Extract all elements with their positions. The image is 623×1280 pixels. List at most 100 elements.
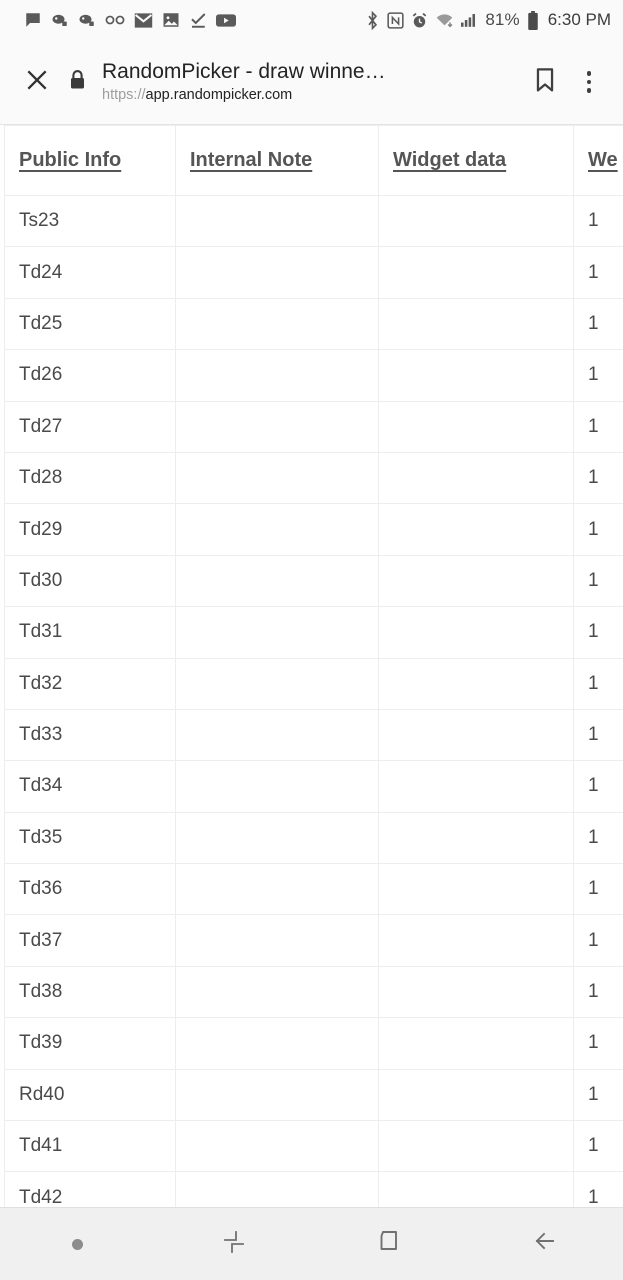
cell-public-info: Td26 <box>4 349 176 402</box>
cell-we: 1 <box>573 1068 623 1122</box>
table-row[interactable]: Td32 1 <box>4 657 623 710</box>
address-bar[interactable]: RandomPicker - draw winne… https://app.r… <box>94 59 521 104</box>
cell-widget-data <box>378 194 574 248</box>
cell-we: 1 <box>573 760 623 813</box>
recents-button[interactable] <box>156 1208 312 1280</box>
cell-we: 1 <box>573 1017 623 1070</box>
cell-public-info: Td34 <box>4 760 176 813</box>
cell-widget-data <box>378 246 574 299</box>
nfc-icon <box>387 11 404 29</box>
cell-public-info: Td31 <box>4 606 176 659</box>
cell-widget-data <box>378 503 574 556</box>
cell-we: 1 <box>573 863 623 916</box>
cell-internal-note <box>175 965 379 1019</box>
voicemail-icon <box>105 13 125 27</box>
cell-we: 1 <box>573 451 623 505</box>
site-security-indicator[interactable] <box>60 69 94 95</box>
back-button[interactable] <box>467 1208 623 1280</box>
table-row[interactable]: Td33 1 <box>4 708 623 762</box>
table-row[interactable]: Td24 1 <box>4 246 623 299</box>
column-header-internal-note[interactable]: Internal Note <box>175 125 379 196</box>
cell-internal-note <box>175 863 379 916</box>
cell-internal-note <box>175 811 379 865</box>
cell-public-info: Td32 <box>4 657 176 710</box>
cell-public-info: Td41 <box>4 1120 176 1173</box>
table-row[interactable]: Td34 1 <box>4 760 623 813</box>
close-tab-button[interactable] <box>14 59 60 105</box>
cell-internal-note <box>175 1068 379 1122</box>
column-header-public-info[interactable]: Public Info <box>4 125 176 196</box>
table-row[interactable]: Td39 1 <box>4 1017 623 1070</box>
table-row[interactable]: Td35 1 <box>4 811 623 865</box>
table-row[interactable]: Td38 1 <box>4 965 623 1019</box>
table-row[interactable]: Rd40 1 <box>4 1068 623 1122</box>
nav-indicator-dot <box>0 1208 156 1280</box>
column-header-widget-data[interactable]: Widget data <box>378 125 574 196</box>
cell-widget-data <box>378 1017 574 1070</box>
alarm-icon <box>411 12 428 29</box>
table-row[interactable]: Ts23 1 <box>4 194 623 248</box>
table-row[interactable]: Td29 1 <box>4 503 623 556</box>
cell-internal-note <box>175 194 379 248</box>
cell-we: 1 <box>573 657 623 710</box>
bookmark-icon <box>534 67 556 98</box>
bookmark-button[interactable] <box>521 58 569 106</box>
cell-widget-data <box>378 297 574 351</box>
cell-internal-note <box>175 349 379 402</box>
table-header-row: Public Info Internal Note Widget data We <box>4 125 623 196</box>
cell-internal-note <box>175 914 379 967</box>
cellular-signal-icon <box>461 12 478 28</box>
table-row[interactable]: Td27 1 <box>4 400 623 453</box>
cell-public-info: Td35 <box>4 811 176 865</box>
bluetooth-icon <box>365 10 380 30</box>
cell-widget-data <box>378 811 574 865</box>
status-bar: 81% 6:30 PM <box>0 0 623 40</box>
youtube-icon <box>216 13 236 28</box>
cell-internal-note <box>175 297 379 351</box>
home-button[interactable] <box>312 1208 468 1280</box>
table-row[interactable]: Td30 1 <box>4 554 623 608</box>
table-row[interactable]: Td36 1 <box>4 863 623 916</box>
cell-we: 1 <box>573 400 623 453</box>
cell-internal-note <box>175 451 379 505</box>
table-row[interactable]: Td28 1 <box>4 451 623 505</box>
cell-public-info: Rd40 <box>4 1068 176 1122</box>
table-row[interactable]: Td31 1 <box>4 606 623 659</box>
table-row[interactable]: Td41 1 <box>4 1120 623 1173</box>
cell-internal-note <box>175 1120 379 1173</box>
cell-we: 1 <box>573 965 623 1019</box>
cell-internal-note <box>175 606 379 659</box>
page-title: RandomPicker - draw winne… <box>102 60 386 84</box>
cell-widget-data <box>378 708 574 762</box>
cell-we: 1 <box>573 1120 623 1173</box>
back-arrow-icon <box>530 1227 560 1262</box>
table-row[interactable]: Td42 1 <box>4 1171 623 1207</box>
overflow-menu-button[interactable] <box>569 58 609 106</box>
page-content[interactable]: Public Info Internal Note Widget data We… <box>0 125 623 1207</box>
battery-icon <box>527 10 539 30</box>
cell-internal-note <box>175 1171 379 1207</box>
message-icon <box>24 11 42 29</box>
cell-public-info: Td33 <box>4 708 176 762</box>
cell-public-info: Td29 <box>4 503 176 556</box>
cell-we: 1 <box>573 811 623 865</box>
game-controller-icon <box>51 11 69 29</box>
cell-we: 1 <box>573 1171 623 1207</box>
checkmark-icon <box>189 11 207 29</box>
cell-we: 1 <box>573 914 623 967</box>
cell-internal-note <box>175 708 379 762</box>
cell-public-info: Td24 <box>4 246 176 299</box>
cell-public-info: Td42 <box>4 1171 176 1207</box>
table-row[interactable]: Td25 1 <box>4 297 623 351</box>
column-header-we[interactable]: We <box>573 125 623 196</box>
cell-widget-data <box>378 606 574 659</box>
url-host: app.randompicker.com <box>145 86 293 103</box>
cell-internal-note <box>175 1017 379 1070</box>
cell-widget-data <box>378 451 574 505</box>
table-row[interactable]: Td26 1 <box>4 349 623 402</box>
dot-icon <box>72 1238 84 1250</box>
status-bar-system-icons: 81% 6:30 PM <box>365 10 611 30</box>
table-row[interactable]: Td37 1 <box>4 914 623 967</box>
photo-icon <box>162 11 180 29</box>
cell-we: 1 <box>573 349 623 402</box>
